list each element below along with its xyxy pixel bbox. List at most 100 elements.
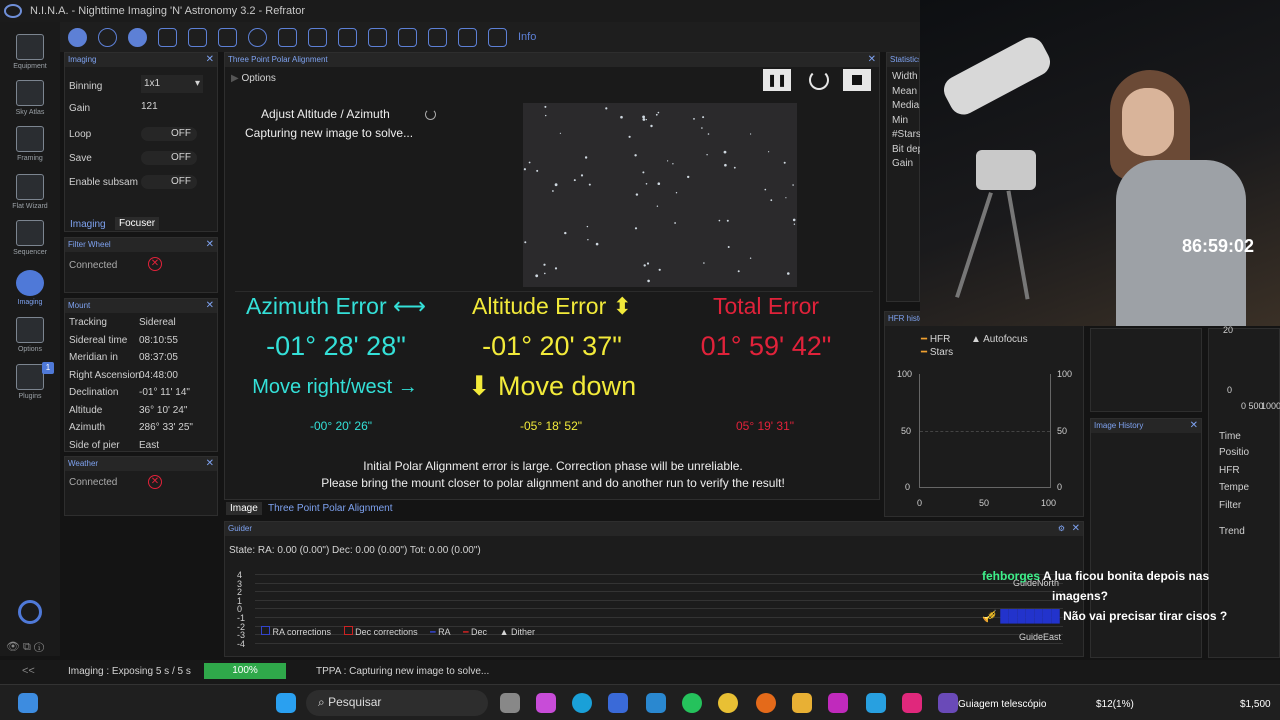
rotator-icon[interactable]	[158, 27, 177, 47]
settings-icon[interactable]: ⚙	[1058, 522, 1065, 536]
imaging-icon	[16, 270, 44, 296]
taskbar-item[interactable]: Guiagem telescópio	[958, 699, 1046, 710]
stop-button[interactable]	[843, 69, 871, 91]
nav-options[interactable]: Options	[0, 317, 60, 353]
bulb-icon[interactable]	[458, 27, 477, 47]
guider-icon[interactable]	[218, 27, 237, 47]
camera-icon[interactable]	[68, 27, 87, 47]
close-icon[interactable]: ✕	[1072, 522, 1080, 536]
loop-toggle[interactable]: OFF	[141, 127, 197, 141]
star	[733, 166, 736, 169]
gain-input[interactable]: 121	[141, 101, 158, 112]
tab-tppa[interactable]: Three Point Polar Alignment	[268, 503, 393, 514]
collapse-icon[interactable]: <<	[22, 665, 35, 677]
app-icon[interactable]	[646, 693, 666, 713]
pause-button[interactable]: ❚❚	[763, 69, 791, 91]
tab-focuser[interactable]: Focuser	[115, 217, 160, 230]
star	[552, 190, 554, 192]
altitude-error-label: Altitude Error ⬍	[472, 293, 632, 319]
stop-icon	[852, 75, 862, 85]
grid-line	[255, 582, 1063, 584]
star	[646, 262, 650, 265]
observatory-icon[interactable]	[368, 27, 387, 47]
grid-line	[255, 617, 1063, 618]
star	[645, 119, 647, 121]
save-toggle[interactable]: OFF	[141, 151, 197, 165]
list-icon[interactable]	[278, 27, 297, 47]
star	[628, 135, 631, 138]
target-icon[interactable]	[248, 27, 267, 47]
star	[724, 163, 727, 167]
nav-sequencer[interactable]: Sequencer	[0, 220, 60, 256]
star	[586, 225, 589, 228]
close-icon[interactable]: ✕	[868, 53, 876, 67]
disconnected-icon[interactable]: ✕	[148, 475, 162, 489]
mount-icon[interactable]	[188, 27, 207, 47]
statistics-row: #Stars	[892, 129, 920, 140]
nav-equipment[interactable]: Equipment	[0, 34, 60, 70]
step-label: Adjust Altitude / Azimuth	[261, 107, 390, 121]
close-icon[interactable]: ✕	[206, 238, 214, 252]
mount-row-value: Sidereal	[139, 317, 176, 328]
star	[675, 192, 678, 194]
windows-start-icon[interactable]	[276, 693, 296, 713]
shield-icon[interactable]	[488, 27, 507, 47]
star	[783, 161, 786, 164]
close-icon[interactable]: ✕	[206, 53, 214, 67]
star	[793, 223, 796, 225]
app-icon[interactable]	[828, 693, 848, 713]
close-icon[interactable]: ✕	[1190, 419, 1198, 433]
total-error-label: Total Error	[712, 293, 820, 319]
options-expander[interactable]: ▶ Options	[231, 73, 276, 84]
store-icon[interactable]	[608, 693, 628, 713]
tab-imaging[interactable]: Imaging	[70, 219, 106, 230]
task-view-icon[interactable]	[500, 693, 520, 713]
disconnected-icon[interactable]: ✕	[148, 257, 162, 271]
star	[750, 133, 752, 135]
azimuth-small: -00° 20' 26"	[309, 419, 373, 433]
focuser-icon[interactable]	[128, 27, 147, 47]
app-icon[interactable]	[866, 693, 886, 713]
bar-chart-icon[interactable]	[398, 27, 417, 47]
subsample-toggle[interactable]: OFF	[141, 175, 197, 189]
nav-plugins[interactable]: Plugins 1	[0, 362, 60, 400]
nav-imaging[interactable]: Imaging	[0, 270, 60, 306]
nav-framing[interactable]: Framing	[0, 126, 60, 162]
taskbar-item[interactable]: $1,500	[1240, 699, 1271, 710]
whatsapp-icon[interactable]	[682, 693, 702, 713]
wave-icon[interactable]	[428, 27, 447, 47]
mount-row-label: Side of pier	[69, 439, 120, 451]
taskbar-item[interactable]: $12(1%)	[1096, 699, 1134, 710]
refresh-icon[interactable]	[809, 70, 829, 90]
legend-hfr: ━ HFR	[921, 334, 951, 345]
star	[792, 218, 796, 222]
folder-icon[interactable]	[792, 693, 812, 713]
star	[528, 161, 531, 164]
nav-sky-atlas[interactable]: Sky Atlas	[0, 80, 60, 116]
search-box[interactable]: ⌕ Pesquisar	[306, 690, 488, 716]
app-icon[interactable]	[18, 693, 38, 713]
tab-image[interactable]: Image	[226, 502, 262, 515]
mount-row-value: 08:37:05	[139, 352, 178, 363]
power-icon[interactable]	[18, 600, 42, 624]
filter-wheel-icon[interactable]	[98, 27, 117, 47]
warning-line-2: Please bring the mount closer to polar a…	[321, 476, 785, 490]
copilot-icon[interactable]	[536, 693, 556, 713]
opera-icon[interactable]	[756, 693, 776, 713]
chrome-icon[interactable]	[718, 693, 738, 713]
close-icon[interactable]: ✕	[206, 457, 214, 471]
close-icon[interactable]: ✕	[206, 299, 214, 313]
nav-flat-wizard[interactable]: Flat Wizard	[0, 174, 60, 210]
edge-icon[interactable]	[572, 693, 592, 713]
sliders-icon[interactable]	[308, 27, 327, 47]
app-icon[interactable]	[902, 693, 922, 713]
info-label[interactable]: Info	[518, 31, 536, 43]
eye-icon[interactable]: 👁 ⧉ ⓘ	[6, 640, 44, 654]
person-face	[1122, 88, 1174, 156]
app-icon[interactable]	[938, 693, 958, 713]
binning-select[interactable]: 1x1 ▾	[141, 75, 203, 93]
star-image[interactable]	[523, 103, 797, 287]
star	[707, 133, 710, 135]
dome-icon[interactable]	[338, 27, 357, 47]
stream-timer: 86:59:02	[1182, 236, 1255, 256]
